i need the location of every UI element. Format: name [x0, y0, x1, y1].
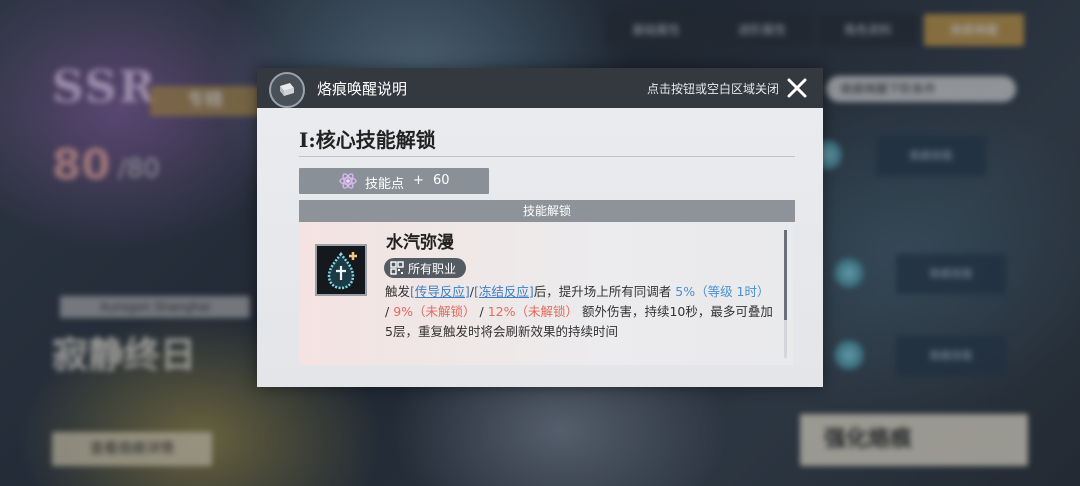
awakening-info-dialog: 烙痕唤醒说明 点击按钮或空白区域关闭 I:核心技能解锁 技能点 + 60 技能解…: [257, 68, 823, 387]
scrollbar-thumb[interactable]: [784, 230, 787, 320]
value-level-1: 5%（等级 1时）: [675, 284, 770, 299]
conduction-reaction-link[interactable]: [传导反应]: [410, 284, 470, 299]
value-locked-2: 12%（未解锁）: [487, 304, 578, 319]
dialog-title: 烙痕唤醒说明: [317, 80, 408, 98]
book-icon: [269, 72, 305, 108]
dialog-header: 烙痕唤醒说明 点击按钮或空白区域关闭: [257, 68, 823, 108]
atom-icon: [339, 173, 357, 189]
value-locked-1: 9%（未解锁）: [393, 304, 476, 319]
close-icon[interactable]: [785, 76, 809, 100]
skill-icon: [315, 244, 367, 296]
skill-points-label: 技能点: [365, 177, 405, 192]
grid-icon: [390, 261, 404, 275]
unlock-header: 技能解锁: [299, 200, 795, 222]
class-tag: 所有职业: [384, 258, 467, 278]
skill-points-bar: 技能点 + 60: [299, 168, 489, 194]
skill-description: 触发[传导反应]/[冻结反应]后，提升场上所有同调者 5%（等级 1时） / 9…: [385, 284, 773, 339]
skill-name: 水汽弥漫: [386, 233, 454, 253]
freeze-reaction-link[interactable]: [冻结反应]: [474, 284, 534, 299]
skill-points-plus: +: [413, 173, 424, 188]
skill-card: 水汽弥漫 所有职业 触发[传导反应]/[冻结反应]后，提升场上所有同调者 5%（…: [299, 222, 793, 365]
skill-points-value: 60: [433, 173, 450, 188]
close-hint: 点击按钮或空白区域关闭: [646, 82, 779, 96]
class-tag-label: 所有职业: [408, 261, 457, 276]
section-title: I:核心技能解锁: [299, 128, 436, 152]
section-divider: [299, 156, 795, 157]
